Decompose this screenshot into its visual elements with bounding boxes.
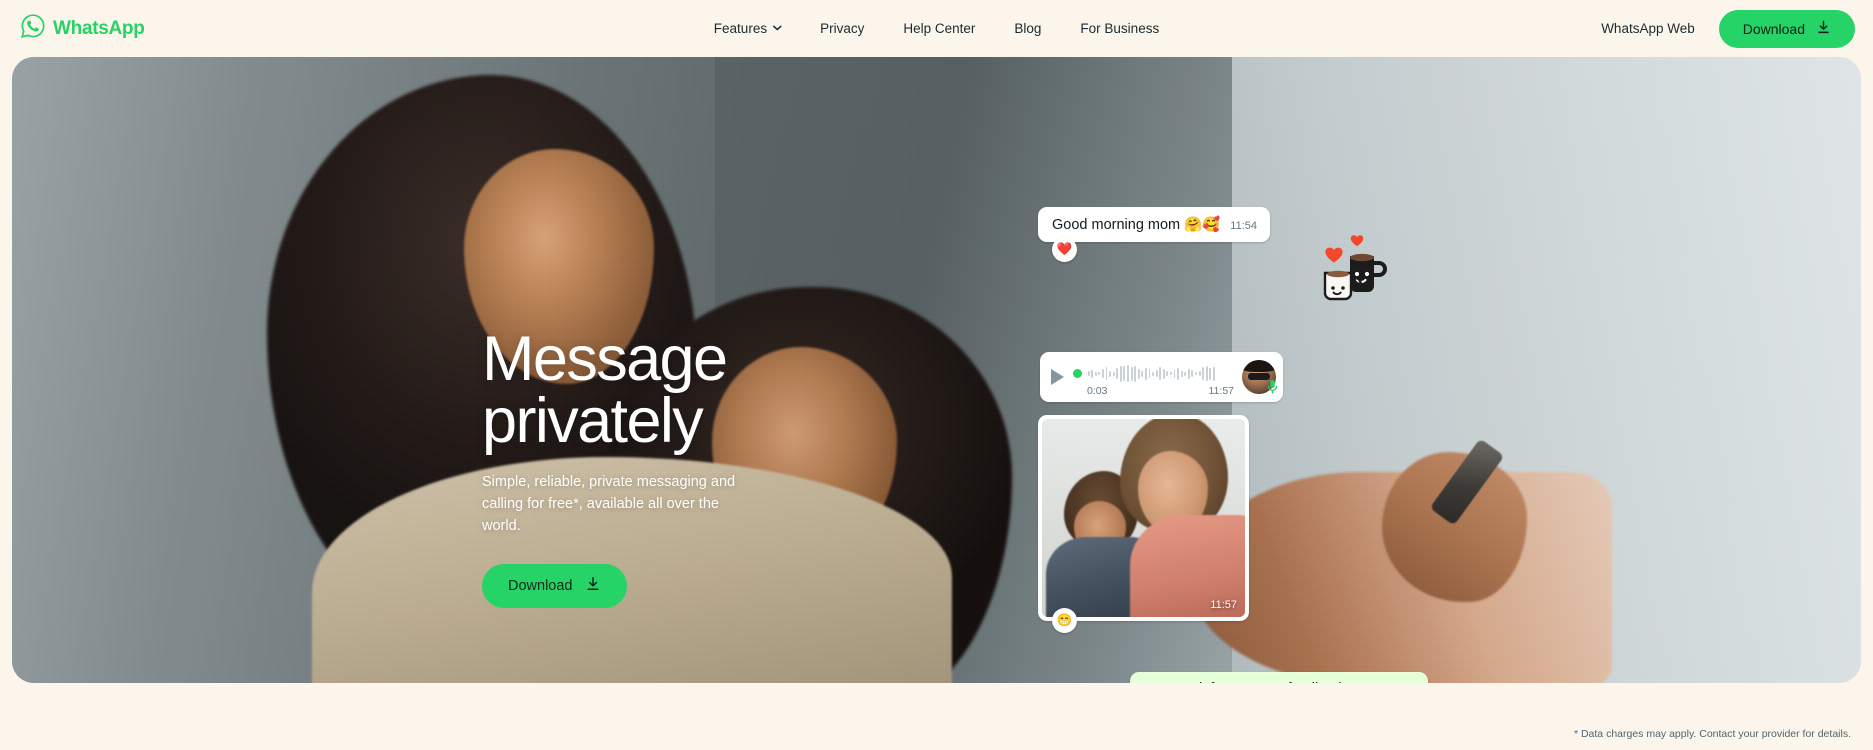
header-actions: WhatsApp Web Download — [1601, 9, 1855, 48]
voice-meta: 0:03 11:57 — [1087, 385, 1234, 397]
chat-bubble-morning-text: Good morning mom 🤗🥰 — [1052, 217, 1221, 233]
nav-item-for-business-label: For Business — [1080, 21, 1160, 36]
hero-title-line-2: privately — [482, 385, 704, 456]
header-download-button[interactable]: Download — [1718, 9, 1855, 48]
hero-subtitle: Simple, reliable, private messaging and … — [482, 474, 736, 534]
hero-section: Message privately Simple, reliable, priv… — [12, 57, 1861, 683]
chat-photo-image: 11:57 — [1042, 419, 1245, 617]
nav-item-privacy[interactable]: Privacy — [820, 21, 864, 36]
whatsapp-web-link[interactable]: WhatsApp Web — [1601, 21, 1695, 36]
primary-navigation: Features Privacy Help Center Blog For Bu… — [714, 21, 1159, 36]
brand-logo-link[interactable]: WhatsApp — [20, 13, 145, 44]
download-icon — [1816, 20, 1831, 38]
hero-title: Message privately — [482, 328, 812, 453]
voice-waveform-area[interactable]: 0:03 11:57 — [1073, 352, 1236, 402]
nav-item-for-business[interactable]: For Business — [1080, 21, 1159, 36]
hero-download-label: Download — [508, 577, 573, 594]
coffee-mugs-hearts-sticker — [1297, 232, 1389, 302]
chat-photo-message[interactable]: 11:57 😁 — [1038, 415, 1249, 633]
chat-bubble-trip-text: Can't wait for our next family trip! — [1143, 681, 1354, 683]
chat-photo-time: 11:57 — [1210, 599, 1237, 611]
voice-time: 11:57 — [1208, 385, 1235, 397]
data-charges-footnote: * Data charges may apply. Contact your p… — [1573, 728, 1851, 740]
nav-item-features[interactable]: Features — [713, 21, 782, 36]
chat-bubble-incoming-morning[interactable]: Good morning mom 🤗🥰 11:54 ❤️ — [1038, 207, 1270, 262]
nav-item-help-center-label: Help Center — [903, 21, 976, 36]
chat-voice-message[interactable]: 0:03 11:57 — [1040, 352, 1283, 402]
chat-bubble-morning-time: 11:54 — [1230, 220, 1257, 232]
download-icon — [585, 576, 601, 595]
reaction-badge-grin[interactable]: 😁 — [1052, 608, 1077, 633]
hero-title-line-1: Message — [482, 324, 728, 394]
microphone-icon — [1267, 379, 1278, 395]
play-icon[interactable] — [1051, 369, 1064, 385]
site-header: WhatsApp Features Privacy Help Center Bl… — [0, 0, 1873, 57]
nav-item-help-center[interactable]: Help Center — [903, 21, 975, 36]
chat-bubble-outgoing-trip[interactable]: Can't wait for our next family trip! 11:… — [1130, 672, 1429, 683]
nav-item-privacy-label: Privacy — [820, 21, 865, 36]
hero-background-photo — [12, 57, 1861, 683]
nav-item-features-label: Features — [713, 21, 768, 36]
voice-waveform — [1073, 365, 1215, 382]
hero-copy: Message privately Simple, reliable, priv… — [482, 328, 812, 608]
reaction-badge-heart[interactable]: ❤️ — [1052, 237, 1077, 262]
voice-progress-dot — [1073, 369, 1082, 378]
avatar-hair — [1242, 360, 1276, 372]
hero-download-button[interactable]: Download — [482, 563, 627, 608]
chevron-down-icon — [772, 23, 782, 32]
brand-name: WhatsApp — [53, 17, 145, 39]
header-download-label: Download — [1742, 20, 1805, 37]
voice-avatar-wrap — [1242, 360, 1278, 395]
nav-item-blog[interactable]: Blog — [1014, 21, 1041, 36]
whatsapp-logo-icon — [20, 13, 46, 44]
voice-duration: 0:03 — [1087, 385, 1108, 397]
nav-item-blog-label: Blog — [1014, 21, 1042, 36]
